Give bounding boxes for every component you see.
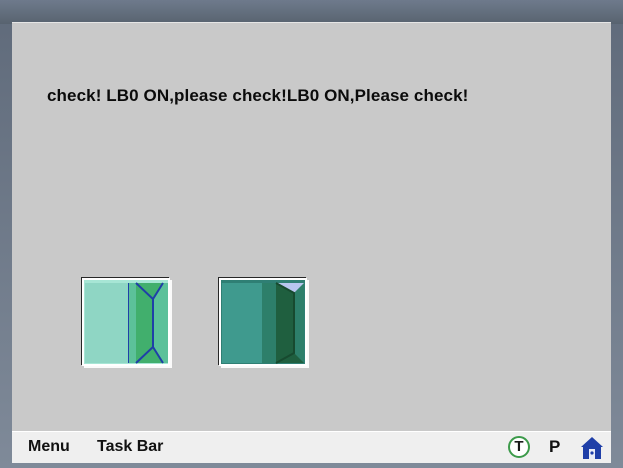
door-open-icon	[81, 277, 172, 368]
home-lock-icon[interactable]	[579, 435, 605, 461]
home-lock-icon-svg	[581, 437, 603, 459]
task-bar-button[interactable]: Task Bar	[97, 438, 163, 456]
door-left-button[interactable]	[81, 277, 174, 369]
taskbar: Menu Task Bar T P	[12, 431, 611, 463]
alarm-marquee-text: check! LB0 ON,please check!LB0 ON,Please…	[47, 86, 469, 105]
p-status-label[interactable]: P	[549, 437, 560, 457]
t-status-label: T	[514, 438, 524, 455]
t-status-icon[interactable]: T	[508, 436, 530, 458]
door-closed-icon	[218, 277, 309, 368]
bezel-top	[0, 0, 623, 24]
menu-button[interactable]: Menu	[28, 438, 70, 456]
hmi-frame: check! LB0 ON,please check!LB0 ON,Please…	[0, 0, 623, 468]
door-right-button[interactable]	[218, 277, 311, 369]
hmi-screen: check! LB0 ON,please check!LB0 ON,Please…	[12, 22, 611, 457]
